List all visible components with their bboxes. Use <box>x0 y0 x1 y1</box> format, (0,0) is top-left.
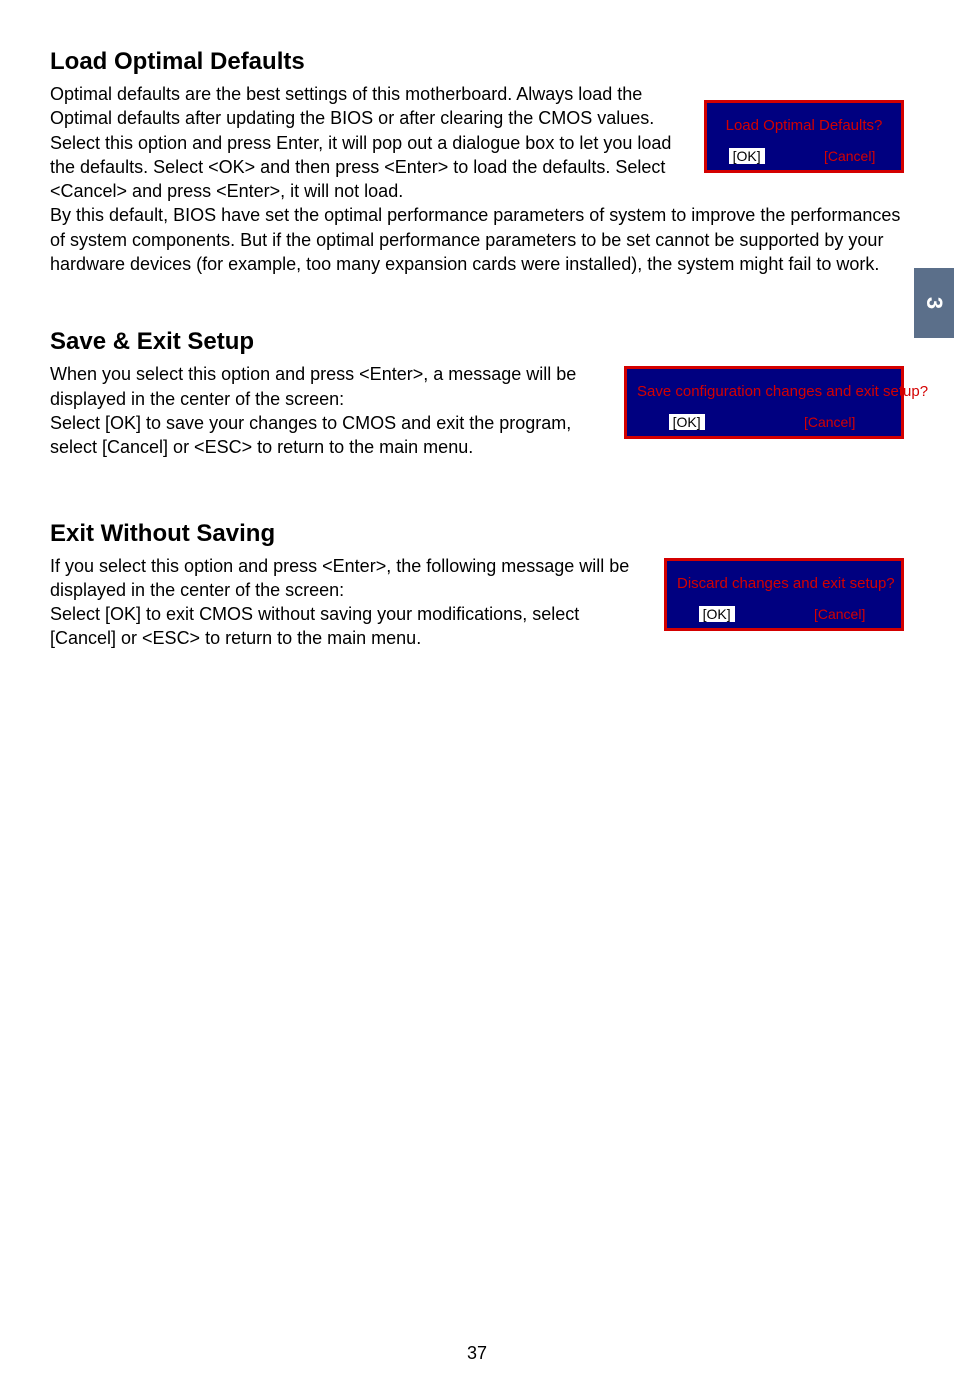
section-exit-without-saving: Exit Without Saving If you select this o… <box>50 520 904 651</box>
cancel-button[interactable]: [Cancel] <box>810 606 869 622</box>
paragraph: Select this option and press Enter, it w… <box>50 131 684 204</box>
ok-button[interactable]: [OK] <box>699 606 735 622</box>
section-load-optimal-defaults: Load Optimal Defaults Optimal defaults a… <box>50 48 904 276</box>
heading-load-defaults: Load Optimal Defaults <box>50 48 904 76</box>
heading-exit-no-save: Exit Without Saving <box>50 520 904 548</box>
paragraph: Select [OK] to exit CMOS without saving … <box>50 602 648 651</box>
ok-button[interactable]: [OK] <box>669 414 705 430</box>
dialog-title: Load Optimal Defaults? <box>707 103 901 144</box>
paragraph: If you select this option and press <Ent… <box>50 554 648 603</box>
dialog-title: Save configuration changes and exit setu… <box>627 369 901 410</box>
paragraph: When you select this option and press <E… <box>50 362 608 411</box>
dialog-discard-exit: Discard changes and exit setup? [OK] [Ca… <box>664 558 904 631</box>
heading-save-exit: Save & Exit Setup <box>50 328 904 356</box>
dialog-title: Discard changes and exit setup? <box>667 561 901 602</box>
dialog-load-defaults: Load Optimal Defaults? [OK] [Cancel] <box>704 100 904 173</box>
ok-button[interactable]: [OK] <box>729 148 765 164</box>
paragraph: Optimal defaults are the best settings o… <box>50 82 684 131</box>
section-save-exit: Save & Exit Setup When you select this o… <box>50 328 904 459</box>
dialog-save-exit: Save configuration changes and exit setu… <box>624 366 904 439</box>
cancel-button[interactable]: [Cancel] <box>800 414 859 430</box>
page-number: 37 <box>0 1343 954 1364</box>
chapter-tab: 3 <box>914 268 954 338</box>
chapter-number: 3 <box>921 297 947 309</box>
cancel-button[interactable]: [Cancel] <box>820 148 879 164</box>
paragraph: Select [OK] to save your changes to CMOS… <box>50 411 608 460</box>
paragraph: By this default, BIOS have set the optim… <box>50 203 904 276</box>
